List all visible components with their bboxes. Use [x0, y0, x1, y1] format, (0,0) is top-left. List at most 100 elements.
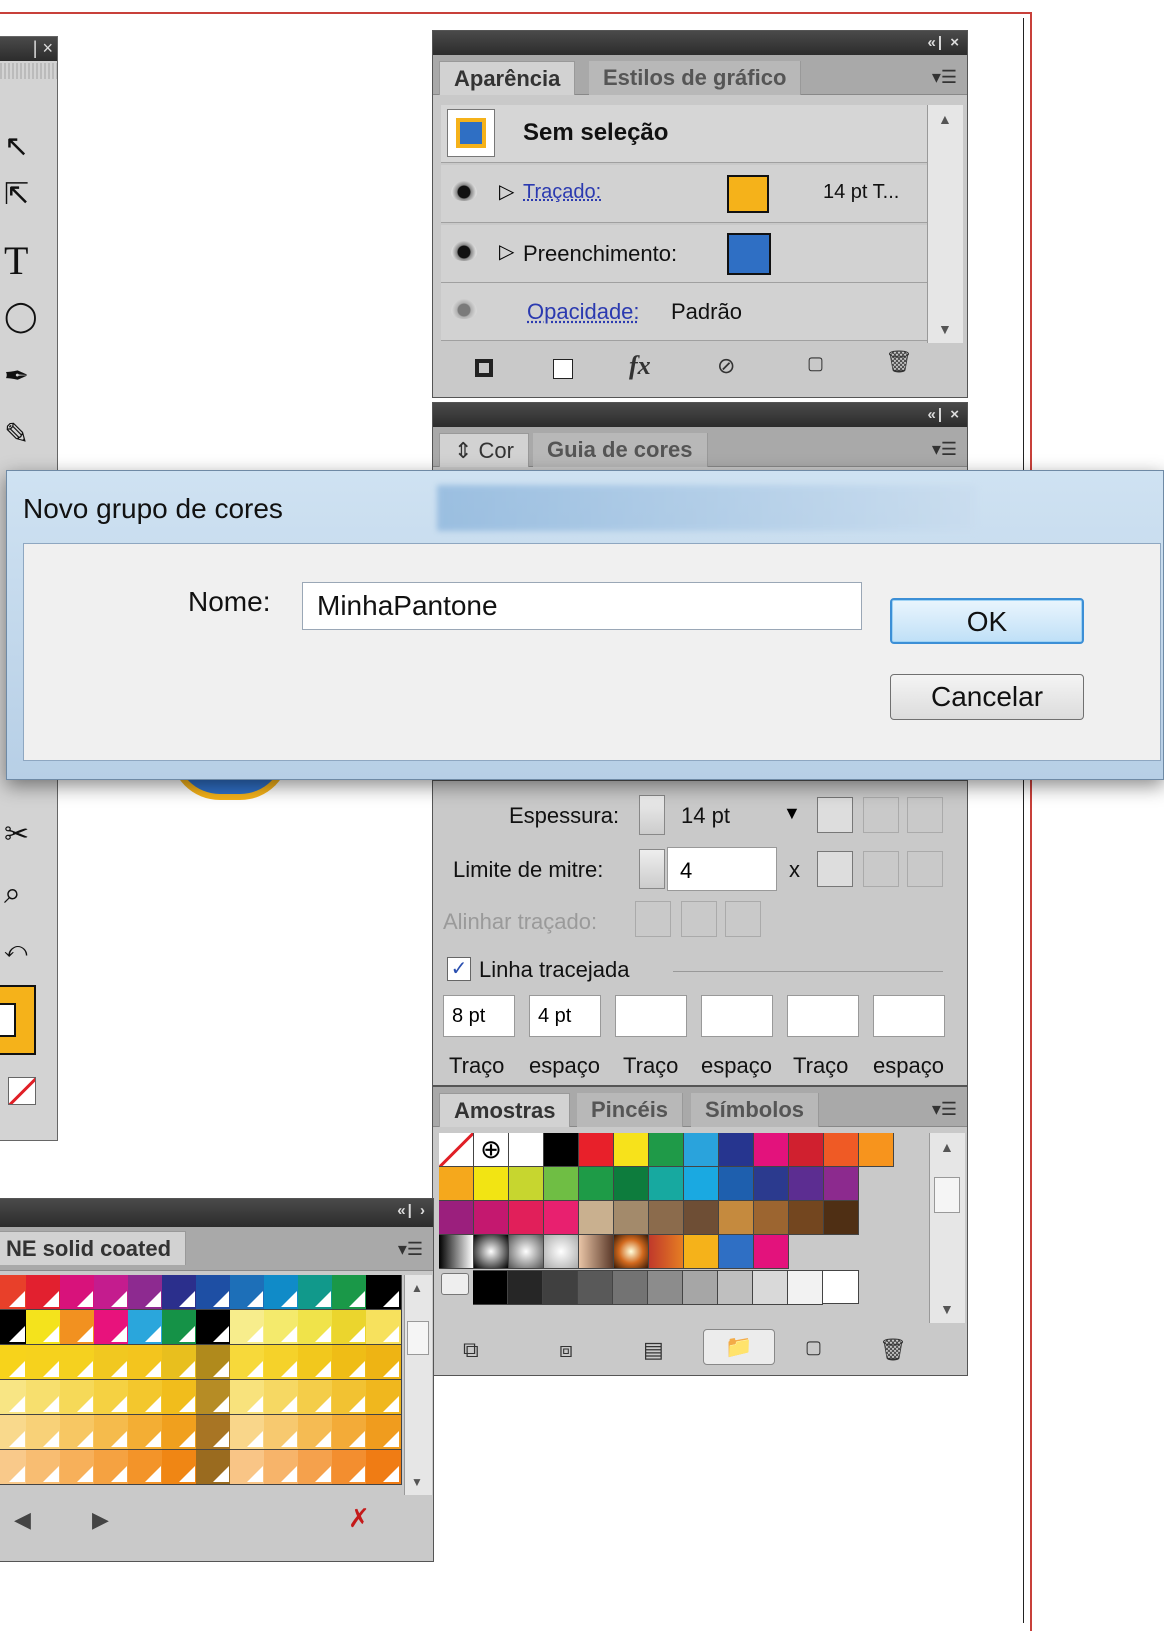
scroll-thumb[interactable] — [407, 1321, 429, 1355]
fill-label[interactable]: Preenchimento: — [523, 241, 677, 267]
cancel-button[interactable]: Cancelar — [890, 674, 1084, 720]
gray-swatch[interactable] — [508, 1271, 543, 1305]
tab-appearance[interactable]: Aparência — [439, 61, 576, 95]
round-cap-icon[interactable] — [863, 797, 899, 833]
gray-swatch[interactable] — [788, 1271, 823, 1305]
dashed-checkbox[interactable]: ✓ — [447, 957, 471, 981]
color-swatch[interactable] — [579, 1167, 614, 1201]
dash-field[interactable] — [787, 995, 859, 1037]
type-icon[interactable]: T — [4, 237, 28, 284]
pantone-swatch[interactable] — [196, 1345, 232, 1380]
visibility-eye-icon[interactable] — [451, 241, 477, 261]
pantone-swatch[interactable] — [0, 1380, 28, 1415]
scroll-down-icon[interactable]: ▼ — [411, 1475, 423, 1489]
stroke-label[interactable]: Traçado: — [523, 181, 601, 204]
new-group-icon[interactable]: 📁 — [703, 1329, 775, 1365]
pantone-swatch[interactable] — [26, 1450, 62, 1485]
trash-icon[interactable]: 🗑 — [879, 1337, 907, 1363]
pantone-swatch[interactable] — [26, 1275, 62, 1310]
color-swatch[interactable] — [509, 1201, 544, 1235]
pantone-swatch[interactable] — [298, 1415, 334, 1450]
pantone-swatch[interactable] — [94, 1415, 130, 1450]
pantone-swatch[interactable] — [230, 1310, 266, 1345]
pantone-swatch[interactable] — [128, 1275, 164, 1310]
round-join-icon[interactable] — [863, 851, 899, 887]
collapse-close-icon[interactable]: «| × — [928, 406, 961, 423]
color-swatch[interactable] — [439, 1201, 474, 1235]
add-stroke-icon[interactable] — [475, 359, 493, 377]
color-swatch[interactable] — [614, 1133, 649, 1167]
pantone-swatch[interactable] — [366, 1345, 402, 1380]
pantone-swatch[interactable] — [162, 1345, 198, 1380]
color-swatch[interactable] — [614, 1167, 649, 1201]
color-swatch[interactable] — [859, 1133, 894, 1167]
collapse-close-icon[interactable]: «| › — [397, 1202, 427, 1219]
pantone-swatch[interactable] — [196, 1380, 232, 1415]
pantone-swatch[interactable] — [60, 1275, 96, 1310]
pantone-swatch[interactable] — [332, 1450, 368, 1485]
color-swatch[interactable] — [754, 1167, 789, 1201]
pantone-swatch[interactable] — [230, 1275, 266, 1310]
miter-join-icon[interactable] — [817, 851, 853, 887]
color-swatch[interactable] — [684, 1133, 719, 1167]
pantone-swatch[interactable] — [128, 1345, 164, 1380]
pantone-swatch[interactable] — [196, 1310, 232, 1345]
gradient-swatch[interactable] — [579, 1235, 614, 1269]
color-swatch[interactable] — [789, 1133, 824, 1167]
color-swatch[interactable] — [509, 1167, 544, 1201]
pantone-swatch[interactable] — [128, 1380, 164, 1415]
tab-symbols[interactable]: Símbolos — [691, 1093, 820, 1127]
miter-input[interactable]: 4 — [667, 847, 777, 891]
expand-triangle-icon[interactable]: ▷ — [499, 239, 514, 264]
pantone-swatch[interactable] — [162, 1275, 198, 1310]
butt-cap-icon[interactable] — [817, 797, 853, 833]
pantone-swatch[interactable] — [0, 1415, 28, 1450]
measure-icon[interactable]: ✂ — [4, 817, 29, 852]
group-swatch[interactable] — [719, 1235, 754, 1269]
pantone-swatch[interactable] — [332, 1380, 368, 1415]
tab-graphic-styles[interactable]: Estilos de gráfico — [589, 61, 802, 95]
pantone-swatch[interactable] — [332, 1415, 368, 1450]
pantone-swatch[interactable] — [0, 1345, 28, 1380]
pantone-swatch[interactable] — [60, 1380, 96, 1415]
ok-button[interactable]: OK — [890, 598, 1084, 644]
gradient-swatch[interactable] — [544, 1235, 579, 1269]
color-swatch[interactable] — [579, 1201, 614, 1235]
appearance-scrollbar[interactable]: ▲ ▼ — [927, 105, 963, 343]
color-swatch[interactable] — [754, 1201, 789, 1235]
scroll-up-icon[interactable]: ▲ — [411, 1281, 423, 1295]
color-swatch[interactable] — [824, 1133, 859, 1167]
pantone-swatch[interactable] — [60, 1415, 96, 1450]
collapse-close-icon[interactable]: «| × — [928, 34, 961, 51]
tab-brushes[interactable]: Pincéis — [577, 1093, 684, 1127]
gradient-swatch[interactable] — [614, 1235, 649, 1269]
pantone-swatch[interactable] — [366, 1275, 402, 1310]
group-selection-icon[interactable]: ⇱ — [4, 177, 29, 212]
stroke-swatch[interactable] — [727, 175, 769, 213]
gray-swatch[interactable] — [578, 1271, 613, 1305]
pantone-swatch[interactable] — [230, 1380, 266, 1415]
pantone-swatch[interactable] — [332, 1310, 368, 1345]
pantone-swatch[interactable] — [94, 1275, 130, 1310]
pantone-swatch[interactable] — [230, 1415, 266, 1450]
color-swatch[interactable] — [474, 1201, 509, 1235]
gray-swatch[interactable] — [718, 1271, 753, 1305]
ellipse-icon[interactable]: ◯ — [4, 299, 38, 334]
scroll-up-icon[interactable]: ▲ — [938, 111, 952, 127]
pantone-swatch[interactable] — [298, 1275, 334, 1310]
color-swatch[interactable] — [789, 1167, 824, 1201]
scroll-up-icon[interactable]: ▲ — [940, 1139, 954, 1155]
color-swatch[interactable] — [649, 1133, 684, 1167]
pantone-swatch[interactable] — [298, 1380, 334, 1415]
options-icon[interactable]: ▤ — [643, 1337, 664, 1363]
pantone-swatch[interactable] — [298, 1450, 334, 1485]
pantone-swatch[interactable] — [162, 1310, 198, 1345]
gap-field[interactable]: 4 pt — [529, 995, 601, 1037]
pantone-swatch[interactable] — [332, 1275, 368, 1310]
pantone-swatch[interactable] — [94, 1450, 130, 1485]
pantone-swatch[interactable] — [196, 1275, 232, 1310]
pantone-swatch[interactable] — [26, 1310, 62, 1345]
color-swatch[interactable] — [719, 1201, 754, 1235]
weight-stepper[interactable] — [639, 795, 665, 835]
registration-swatch[interactable]: ⊕ — [474, 1133, 509, 1167]
